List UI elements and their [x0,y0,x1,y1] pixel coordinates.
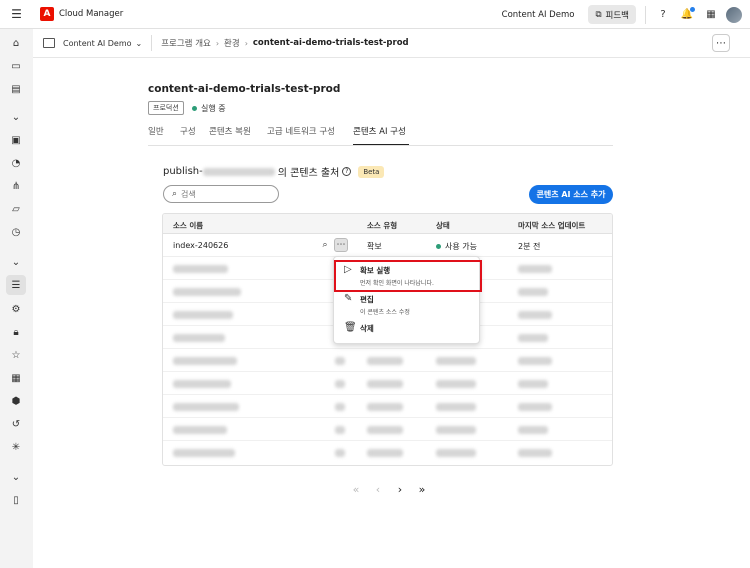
notification-icon[interactable]: ◔ [9,156,23,170]
status-dot [192,106,197,111]
table-row [163,418,612,441]
box-icon[interactable]: ⬢ [9,394,23,408]
top-bar: ☰ A Cloud Manager Content AI Demo ⧉ 피드백 … [0,0,750,29]
tab-advanced-network[interactable]: 고급 네트워크 구성 [267,125,353,145]
org-switcher[interactable]: Content AI Demo [502,10,575,20]
search-icon: ⌕ [172,189,178,199]
network-icon[interactable]: ✳ [9,440,23,454]
avatar[interactable] [726,6,742,23]
page-title: content-ai-demo-trials-test-prod [148,83,341,95]
feedback-button[interactable]: ⧉ 피드백 [588,5,636,24]
inbox-icon[interactable]: ▭ [9,59,23,73]
more-actions-button[interactable]: ⋯ [712,34,730,52]
col-last-update[interactable]: 마지막 소스 업데이트 [518,220,585,231]
program-switcher[interactable]: Content AI Demo ⌄ [43,38,142,48]
table-row[interactable]: index-240626 ⌕ ⋯ 확보 사용 가능 2분 전 [163,234,612,257]
prev-page-icon: ‹ [375,483,381,496]
chevron-down-icon[interactable]: ⌄ [9,110,23,124]
tab-bar: 일반 구성 콘텐츠 복원 고급 네트워크 구성 콘텐츠 AI 구성 [148,125,409,146]
feedback-icon: ⧉ [595,9,602,20]
help-icon[interactable]: ? [654,6,672,24]
breadcrumb: Content AI Demo ⌄ 프로그램 개요 › 환경 › content… [33,29,750,58]
trash-icon: 🗑︎ [344,322,357,333]
next-page-icon[interactable]: › [394,483,406,496]
tab-content-ai[interactable]: 콘텐츠 AI 구성 [353,125,409,146]
tab-config[interactable]: 구성 [180,125,209,145]
redacted-id [202,167,275,176]
col-source-name[interactable]: 소스 이름 [173,220,203,231]
app-title: Cloud Manager [59,9,124,19]
add-content-ai-source-button[interactable]: 콘텐츠 AI 소스 추가 [529,185,613,204]
last-page-icon[interactable]: » [416,483,428,496]
first-page-icon: « [352,483,360,496]
pipeline-icon[interactable]: ⋔ [9,179,23,193]
col-source-type[interactable]: 소스 유형 [367,220,397,231]
bell-icon[interactable]: 🔔 [678,6,696,24]
source-type: 확보 [367,242,382,251]
tab-content-restore[interactable]: 콘텐츠 복원 [209,125,267,145]
folder-icon[interactable]: ▱ [9,202,23,216]
table-row [163,372,612,395]
menu-item-edit[interactable]: ✎ 편집 이 콘텐츠 소스 수정 [344,293,410,317]
sources-title: publish- 의 콘텐츠 출처 ? Beta [163,164,385,179]
history-icon[interactable]: ↺ [9,417,23,431]
chevron-down-icon[interactable]: ⌄ [9,470,23,484]
side-nav: ⌂ ▭ ▤ ⌄ ▣ ◔ ⋔ ▱ ◷ ⌄ ☰ ⚙ 🔒︎ ☆ ▦ ⬢ ↺ ✳ ⌄ ▯ [0,29,33,568]
settings-icon[interactable]: ⚙ [9,302,23,316]
report-icon[interactable]: ▦ [9,371,23,385]
col-status[interactable]: 상태 [436,220,450,231]
book-icon[interactable]: ▯ [9,493,23,507]
tab-general[interactable]: 일반 [148,125,180,145]
star-icon[interactable]: ☆ [9,348,23,362]
adobe-logo: A [40,7,54,21]
home-icon[interactable]: ⌂ [9,36,23,50]
source-status: 사용 가능 [436,241,477,252]
breadcrumb-environments[interactable]: 환경 [224,37,240,49]
search-input[interactable] [181,189,262,199]
database-icon[interactable]: ☰ [6,275,26,295]
chevron-down-icon[interactable]: ⌄ [9,255,23,269]
main-content: content-ai-demo-trials-test-prod 프로덕션 실행… [33,58,750,568]
search-icon[interactable]: ⌕ [318,238,332,252]
env-type-badge: 프로덕션 [148,101,184,115]
table-row [163,395,612,418]
info-icon[interactable]: ? [342,167,352,176]
chevron-right-icon: › [215,38,220,48]
chevron-right-icon: › [244,38,248,48]
chevron-down-icon: ⌄ [135,38,143,48]
dashboard-icon[interactable]: ▣ [9,133,23,147]
source-updated: 2분 전 [518,242,541,251]
status-text: 실행 중 [201,104,226,113]
clock-icon[interactable]: ◷ [9,225,23,239]
program-icon [43,38,55,48]
menu-icon[interactable]: ☰ [0,7,33,21]
edit-icon: ✎ [344,293,353,304]
more-icon[interactable]: ⋯ [334,238,348,252]
menu-item-delete[interactable]: 🗑︎ 삭제 [344,323,374,334]
pagination: « ‹ › » [350,483,428,496]
breadcrumb-current: content-ai-demo-trials-test-prod [252,38,409,48]
source-name: index-240626 [173,241,229,250]
breadcrumb-program-overview[interactable]: 프로그램 개요 [161,37,211,49]
table-row [163,349,612,372]
table-row [163,441,612,464]
beta-badge: Beta [358,165,385,178]
lock-icon[interactable]: 🔒︎ [9,325,23,339]
activity-icon[interactable]: ▤ [9,82,23,96]
table-header: 소스 이름 소스 유형 상태 마지막 소스 업데이트 [163,214,612,234]
apps-grid-icon[interactable]: ▦ [702,6,720,24]
highlight-box [334,260,482,292]
search-field[interactable]: ⌕ [163,185,279,203]
